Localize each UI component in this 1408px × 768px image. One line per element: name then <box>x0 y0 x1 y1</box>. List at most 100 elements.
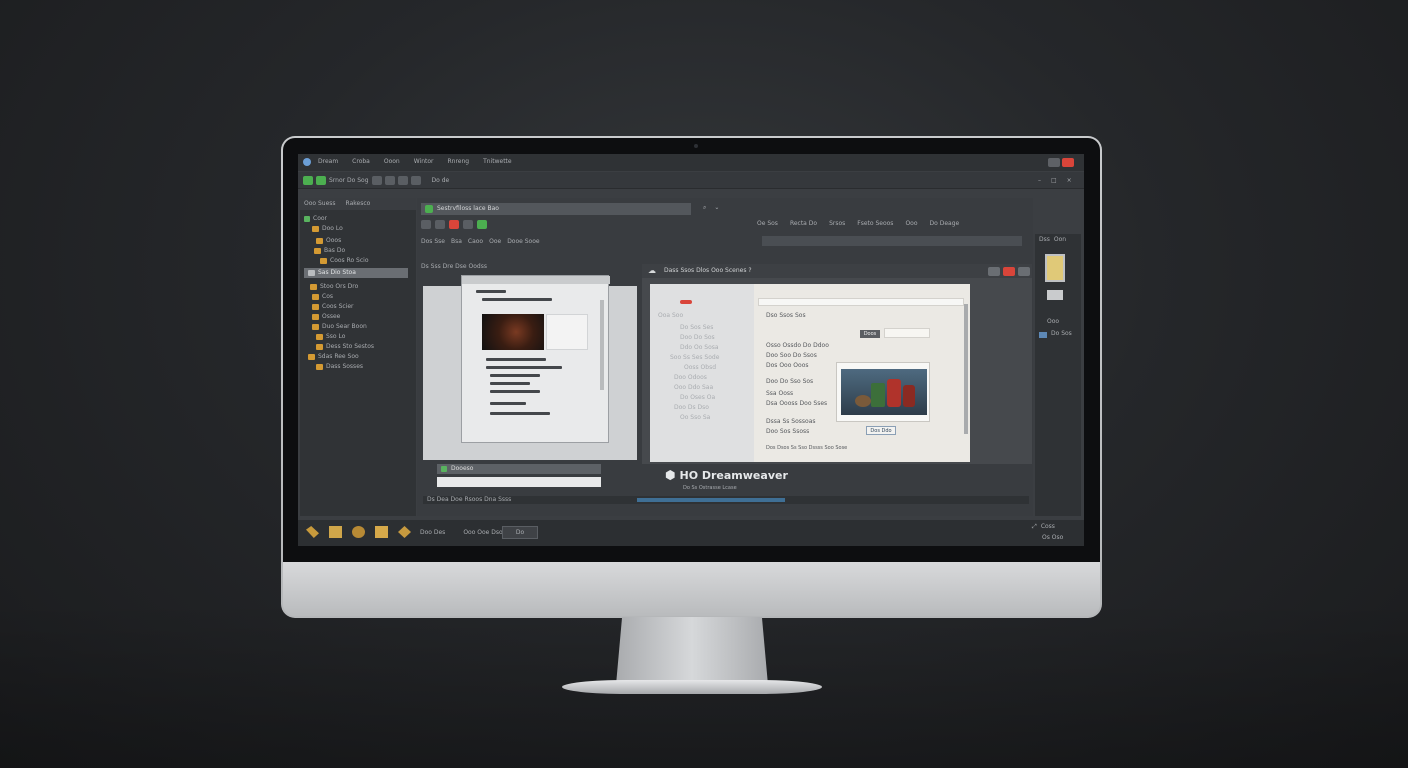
save-icon[interactable] <box>371 176 382 185</box>
tree-item[interactable]: Coos Ro Scio <box>320 256 369 265</box>
page-left-column: Ooa Soo Do Sos Ses Doo Do Sos Ddo Oo Sos… <box>650 284 754 462</box>
address-field[interactable]: Sestrvfiloss lace Bao <box>437 205 499 213</box>
browser-menu-button[interactable] <box>1018 267 1030 276</box>
cloud-icon: ☁ <box>648 266 656 275</box>
tree-item[interactable]: Ooos <box>316 236 341 245</box>
refresh-icon[interactable] <box>463 220 473 229</box>
tab-item[interactable]: Ooe <box>489 238 501 246</box>
brush-icon[interactable] <box>306 526 319 538</box>
tab-assets[interactable]: Rakesco <box>346 200 371 208</box>
tree-item[interactable]: Coos Scier <box>312 302 354 311</box>
tab-item[interactable]: Dooe Sooe <box>507 238 539 246</box>
menu-item-ooon[interactable]: Ooon <box>384 158 400 166</box>
screen: Dream Croba Ooon Wintor Rnreng Tnitwette… <box>298 154 1084 546</box>
tree-item[interactable]: Dass Sosses <box>316 362 363 371</box>
window-max-icon[interactable]: □ <box>1051 177 1057 185</box>
page-search-bar[interactable] <box>758 298 964 306</box>
tab-item[interactable]: Caoo <box>468 238 483 246</box>
scrollbar[interactable] <box>600 300 604 390</box>
code-dialog <box>461 275 610 443</box>
tree-item[interactable]: Sdas Ree Soo <box>308 352 359 361</box>
menu-item-tnitwette[interactable]: Tnitwette <box>483 158 511 166</box>
split-view-icon[interactable] <box>435 220 445 229</box>
folder-icon <box>314 247 321 254</box>
menu-item-dream[interactable]: Dream <box>318 158 338 166</box>
tree-item[interactable]: Ossee <box>312 312 340 321</box>
prop-item[interactable]: Srsos <box>829 220 845 228</box>
main-toolbar: Srnor Do Sog Do de – □ × <box>298 172 1084 189</box>
right-line: Osso Ossdo Do Ddoo <box>766 342 829 349</box>
undo-icon[interactable] <box>410 176 421 185</box>
menu-item-wintor[interactable]: Wintor <box>414 158 434 166</box>
mode-toggle[interactable]: Do <box>502 526 538 539</box>
window-close-icon[interactable]: × <box>1067 177 1072 185</box>
preview-icon[interactable] <box>397 176 408 185</box>
tree-item[interactable]: Bas Do <box>314 246 345 255</box>
color-icon[interactable] <box>352 526 365 538</box>
dreamweaver-logo-icon: ⬢ <box>665 468 676 482</box>
print-icon[interactable] <box>384 176 395 185</box>
editor-area: Sestrvfiloss lace Bao ⌕ ⌄ Oe Sos Recta D… <box>417 198 1033 516</box>
page-search-button[interactable]: Doos <box>860 330 880 338</box>
tree-item[interactable]: Duo Sear Boon <box>312 322 367 331</box>
laptop-icon[interactable] <box>1047 290 1063 300</box>
zoom-label: Do de <box>431 176 450 184</box>
doc-tabs[interactable]: Ds Sss Dre Dse Oodss <box>421 253 487 272</box>
prop-item[interactable]: Do Deage <box>930 220 960 228</box>
tree-item[interactable]: Dess Sto Sestos <box>316 342 374 351</box>
tree-item[interactable]: Coor <box>304 214 327 223</box>
tree-item-selected[interactable]: Sas Dio Stoa <box>308 268 356 277</box>
product-button[interactable]: Dos Ddo <box>866 426 896 435</box>
tab-files[interactable]: Ooo Suess <box>304 200 336 208</box>
tag-icon[interactable] <box>398 526 411 538</box>
prop-item[interactable]: Fseto Seoos <box>857 220 893 228</box>
page-input[interactable] <box>884 328 930 338</box>
tree-item[interactable]: Doo Lo <box>312 224 343 233</box>
page-scrollbar[interactable] <box>964 304 968 434</box>
status-field[interactable]: Dooeso <box>451 465 473 473</box>
app-logo-icon <box>303 158 311 166</box>
layers-icon[interactable] <box>329 526 342 538</box>
tab-item[interactable]: Dos Sse <box>421 238 445 246</box>
open-file-icon[interactable] <box>316 176 326 185</box>
close-icon[interactable] <box>1062 158 1074 167</box>
expand-icon[interactable]: ⤢ <box>1032 523 1037 531</box>
tree-item[interactable]: Cos <box>312 292 333 301</box>
menu-item-croba[interactable]: Croba <box>352 158 370 166</box>
monitor-chin <box>283 562 1100 616</box>
left-line: Doo Ds Dso <box>674 404 709 411</box>
left-line: Ooo Ddo Saa <box>674 384 714 391</box>
live-view-icon[interactable] <box>477 220 487 229</box>
tree-item[interactable]: Stoo Ors Dro <box>310 282 358 291</box>
folder-icon <box>316 237 323 244</box>
folder-icon <box>308 269 315 276</box>
folder-icon <box>312 293 319 300</box>
files-panel: Ooo Suess Rakesco Coor Doo Lo Ooos Bas D… <box>300 198 416 516</box>
tab-item[interactable]: Bsa <box>451 238 462 246</box>
new-file-icon[interactable] <box>303 176 313 185</box>
record-icon[interactable] <box>449 220 459 229</box>
minimize-button[interactable] <box>1048 158 1060 167</box>
search-icon[interactable]: ⌕ <box>703 204 706 212</box>
menu-item-rnreng[interactable]: Rnreng <box>448 158 470 166</box>
prop-item[interactable]: Oe Sos <box>757 220 778 228</box>
property-input[interactable] <box>437 477 601 487</box>
chevron-down-icon[interactable]: ⌄ <box>714 204 719 212</box>
window-restore-icon[interactable]: – <box>1038 177 1041 185</box>
browser-close-button[interactable] <box>1003 267 1015 276</box>
code-view-icon[interactable] <box>421 220 431 229</box>
product-card[interactable] <box>836 362 930 422</box>
browser-window: ☁ Dass Ssos Dlos Ooo Scenes ? Ooa Soo Do… <box>642 264 1032 464</box>
bottom-right-label: Coss <box>1040 523 1055 530</box>
prop-item[interactable]: Ooo <box>905 220 917 228</box>
left-line: Soo Ss Ses Sode <box>670 354 720 361</box>
browser-minimize-button[interactable] <box>988 267 1000 276</box>
prop-item[interactable]: Recta Do <box>790 220 817 228</box>
layer-icon[interactable] <box>1039 332 1047 338</box>
folder-icon[interactable] <box>375 526 388 538</box>
tree-item[interactable]: Sso Lo <box>316 332 345 341</box>
folder-icon <box>320 257 327 264</box>
menu-bar: Dream Croba Ooon Wintor Rnreng Tnitwette <box>298 154 1084 171</box>
clipboard-icon[interactable] <box>1045 254 1065 282</box>
folder-icon <box>312 313 319 320</box>
